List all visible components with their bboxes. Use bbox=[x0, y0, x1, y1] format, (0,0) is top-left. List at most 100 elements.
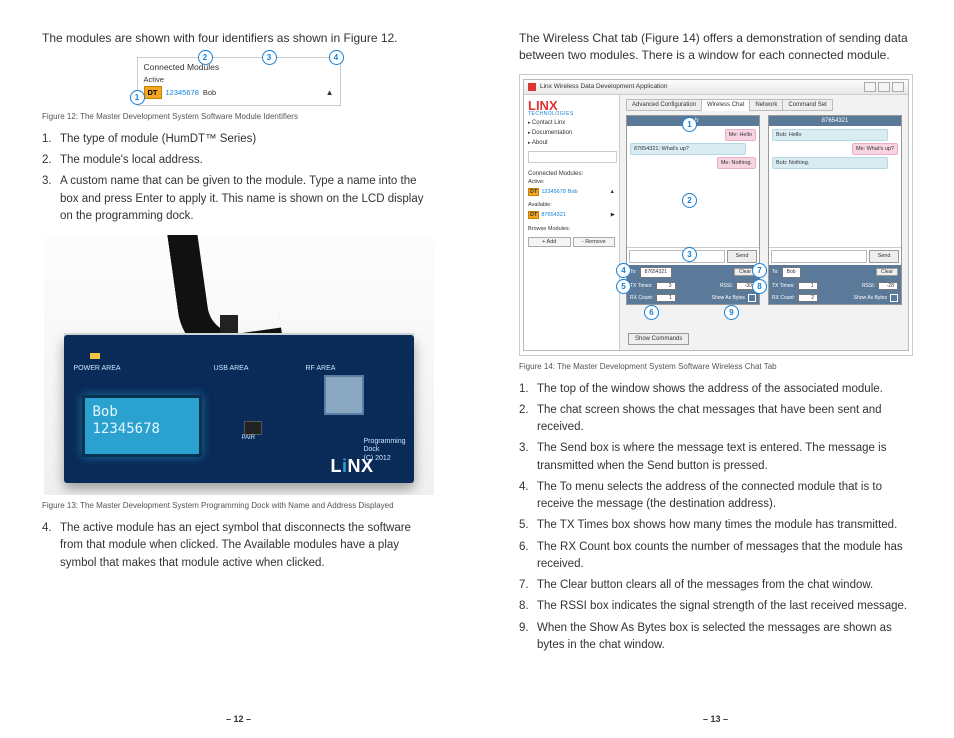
eject-icon[interactable]: ▲ bbox=[326, 88, 334, 98]
browse-label: Browse Modules: bbox=[528, 226, 615, 232]
show-bytes-label: Show As Bytes bbox=[712, 295, 745, 301]
figure-14-wrap: Linx Wireless Data Development Applicati… bbox=[519, 74, 913, 356]
list-left-b: 4.The active module has an eject symbol … bbox=[42, 520, 435, 572]
to-label: To: bbox=[630, 269, 637, 275]
mod-addr: 87654321 bbox=[541, 212, 565, 218]
show-bytes-checkbox-a[interactable] bbox=[748, 294, 756, 302]
app-icon bbox=[528, 83, 536, 91]
callout-3: 3 bbox=[262, 50, 277, 65]
eject-icon[interactable]: ▲ bbox=[610, 189, 615, 195]
nav-docs[interactable]: Documentation bbox=[528, 129, 615, 137]
callout-4: 4 bbox=[616, 263, 631, 278]
to-label: To: bbox=[772, 269, 779, 275]
sidebar: LINX TECHNOLOGIES Contact Linx Documenta… bbox=[524, 95, 620, 351]
window-titlebar: Linx Wireless Data Development Applicati… bbox=[524, 80, 908, 95]
mod-addr: 12345678 bbox=[541, 189, 565, 195]
chat-window-b: 87654321 Bob: Hello Me: What's up? Bob: … bbox=[768, 115, 902, 305]
add-button[interactable]: + Add bbox=[528, 237, 571, 247]
close-button[interactable] bbox=[892, 82, 904, 92]
mod-badge: DT bbox=[528, 211, 539, 219]
nav-about[interactable]: About bbox=[528, 139, 615, 147]
rssi-label: RSSI: bbox=[862, 283, 875, 289]
led-indicator bbox=[90, 353, 100, 359]
page-right: The Wireless Chat tab (Figure 14) offers… bbox=[477, 0, 954, 738]
fig12-title: Connected Modules bbox=[144, 62, 334, 72]
remove-button[interactable]: - Remove bbox=[573, 237, 616, 247]
tabs: Advanced Configuration Wireless Chat Net… bbox=[626, 99, 902, 111]
module-address: 12345678 bbox=[166, 88, 199, 97]
mod-badge: DT bbox=[528, 188, 539, 196]
rx-label: RX Count: bbox=[772, 295, 795, 301]
chat-window-a: Bob Me: Hello 87654321: What's up? Me: N… bbox=[626, 115, 760, 305]
tab-advanced[interactable]: Advanced Configuration bbox=[626, 99, 702, 111]
figure-13-photo: POWER AREA USB AREA RF AREA PAIR Bob 123… bbox=[44, 235, 434, 495]
rf-module-chip bbox=[324, 375, 364, 415]
figure-12: Connected Modules Active DT 12345678 Bob… bbox=[137, 57, 341, 106]
active-label: Active: bbox=[528, 179, 615, 185]
pair-button bbox=[244, 421, 262, 435]
available-module-row[interactable]: DT 87654321 ▶ bbox=[528, 211, 615, 219]
callout-2: 2 bbox=[682, 193, 697, 208]
rx-label: RX Count: bbox=[630, 295, 653, 301]
connected-modules-label: Connected Modules: bbox=[528, 171, 615, 177]
callout-1: 1 bbox=[130, 90, 145, 105]
maximize-button[interactable] bbox=[878, 82, 890, 92]
module-type-badge: DT bbox=[144, 86, 162, 99]
mod-name[interactable]: Bob bbox=[568, 189, 578, 195]
page-left: The modules are shown with four identifi… bbox=[0, 0, 477, 738]
nav-contact[interactable]: Contact Linx bbox=[528, 119, 615, 127]
search-input[interactable] bbox=[528, 151, 617, 163]
show-bytes-label: Show As Bytes bbox=[854, 295, 887, 301]
list-left-a: 1.The type of module (HumDT™ Series) 2.T… bbox=[42, 131, 435, 225]
page-number-right: – 13 – bbox=[477, 714, 954, 724]
tab-command-set[interactable]: Command Set bbox=[782, 99, 832, 111]
intro-right: The Wireless Chat tab (Figure 14) offers… bbox=[519, 30, 912, 64]
to-select-b[interactable]: Bob bbox=[782, 267, 801, 278]
show-bytes-checkbox-b[interactable] bbox=[890, 294, 898, 302]
rssi-label: RSSI: bbox=[720, 283, 733, 289]
callout-2: 2 bbox=[198, 50, 213, 65]
list-right: 1.The top of the window shows the addres… bbox=[519, 381, 912, 655]
chat-msg: 87654321: What's up? bbox=[630, 143, 746, 155]
tx-label: TX Times: bbox=[772, 283, 795, 289]
rssi-value-b: -28 bbox=[878, 282, 898, 290]
callout-8: 8 bbox=[752, 279, 767, 294]
to-select-a[interactable]: 87654321 bbox=[640, 267, 672, 278]
show-commands-button[interactable]: Show Commands bbox=[628, 333, 689, 345]
tx-label: TX Times: bbox=[630, 283, 653, 289]
figure-14-app: Linx Wireless Data Development Applicati… bbox=[523, 79, 909, 351]
lcd-line1: Bob bbox=[93, 404, 191, 421]
tab-network[interactable]: Network bbox=[749, 99, 783, 111]
send-button-a[interactable]: Send bbox=[727, 250, 757, 263]
clear-button-b[interactable]: Clear bbox=[876, 268, 898, 276]
power-area-label: POWER AREA bbox=[74, 365, 121, 372]
callout-9: 9 bbox=[724, 305, 739, 320]
chat-msg: Bob: Nothing. bbox=[772, 157, 888, 169]
window-title: Linx Wireless Data Development Applicati… bbox=[540, 83, 668, 90]
active-module-row[interactable]: DT 12345678 Bob ▲ bbox=[528, 188, 615, 196]
caption-fig13: Figure 13: The Master Development System… bbox=[42, 501, 435, 510]
window-buttons bbox=[864, 82, 904, 92]
rx-value-a: 1 bbox=[656, 294, 676, 302]
minimize-button[interactable] bbox=[864, 82, 876, 92]
tab-wireless-chat[interactable]: Wireless Chat bbox=[701, 99, 750, 111]
intro-left: The modules are shown with four identifi… bbox=[42, 30, 435, 47]
callout-1: 1 bbox=[682, 117, 697, 132]
lcd-display: Bob 12345678 bbox=[82, 395, 202, 457]
callout-4: 4 bbox=[329, 50, 344, 65]
play-icon[interactable]: ▶ bbox=[611, 212, 615, 218]
usb-area-label: USB AREA bbox=[214, 365, 249, 372]
module-name-input[interactable]: Bob bbox=[203, 88, 216, 97]
send-button-b[interactable]: Send bbox=[869, 250, 899, 263]
linx-logo-text: LINX TECHNOLOGIES bbox=[528, 99, 615, 117]
caption-fig12: Figure 12: The Master Development System… bbox=[42, 112, 435, 121]
send-input-b[interactable] bbox=[771, 250, 867, 263]
tx-value-a: 3 bbox=[656, 282, 676, 290]
available-label: Available: bbox=[528, 202, 615, 208]
fig12-module-row[interactable]: DT 12345678 Bob ▲ bbox=[144, 86, 334, 99]
rf-area-label: RF AREA bbox=[306, 365, 336, 372]
chat-msg: Me: Hello bbox=[725, 129, 756, 141]
send-input-a[interactable] bbox=[629, 250, 725, 263]
chat-b-header: 87654321 bbox=[769, 116, 901, 126]
programming-dock-label: Programming Dock (C) 2012 bbox=[363, 438, 405, 463]
